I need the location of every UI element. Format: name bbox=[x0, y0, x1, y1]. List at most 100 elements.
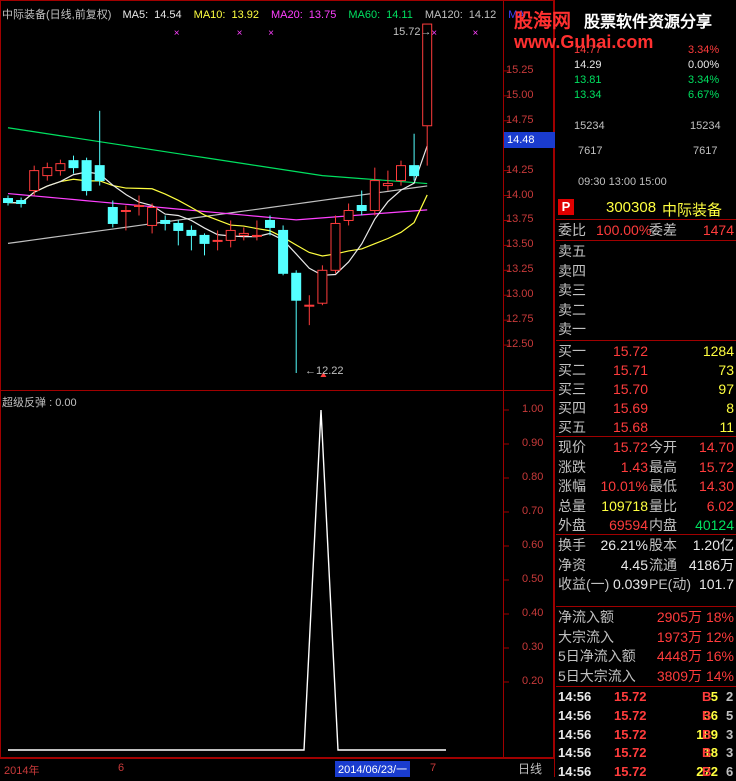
candle-body bbox=[134, 205, 144, 208]
mini-volume-mid: 7617 bbox=[578, 145, 603, 157]
candle-body bbox=[409, 165, 420, 177]
mini-pct: 6.67% bbox=[688, 89, 720, 101]
signal-marker: × bbox=[431, 28, 437, 39]
mini-price: 14.77 bbox=[574, 44, 602, 56]
quote-row: 外盘 69594 内盘 40124 bbox=[558, 517, 734, 533]
mini-volume-mid-right: 7617 bbox=[693, 145, 718, 157]
weibi-row: 委比 100.00% 委差 1474 bbox=[558, 222, 734, 238]
candle-body bbox=[120, 209, 131, 212]
candle-body bbox=[199, 234, 210, 244]
chart-frame bbox=[0, 0, 554, 758]
indicator-value: 0.00 bbox=[55, 397, 77, 409]
candle-body bbox=[107, 207, 118, 224]
mini-intraday-chart[interactable]: 14.77 3.34% 14.29 0.00% 13.81 3.34% 13.34 6.67%… bbox=[556, 44, 736, 194]
trade-tick-row: 14:56 15.72 272 B 6 bbox=[558, 764, 734, 780]
candle-body bbox=[16, 200, 27, 205]
date-label-month-6: 6 bbox=[118, 762, 125, 774]
trade-tick-row: 14:56 15.72 189 B 3 bbox=[558, 726, 734, 742]
quote-row: 涨跌 1.43 最高 15.72 bbox=[558, 458, 734, 475]
candle-body bbox=[147, 207, 158, 226]
price-tick: 15.25 bbox=[506, 63, 534, 76]
sell-level[interactable]: 卖一 bbox=[556, 319, 736, 339]
indicator-tick: 0.90 bbox=[522, 437, 544, 449]
buy-level[interactable]: 买二 15.71 73 bbox=[556, 360, 736, 380]
indicator-name: 超级反弹 bbox=[2, 397, 46, 409]
price-tick: 13.50 bbox=[506, 238, 534, 251]
candle-body bbox=[42, 167, 53, 177]
current-price-marker: 14.48 bbox=[504, 132, 555, 148]
candle-body bbox=[3, 198, 13, 204]
buy-level[interactable]: 买四 15.69 8 bbox=[556, 398, 736, 418]
watermark-site: 股海网 bbox=[514, 10, 572, 32]
sell-level[interactable]: 卖二 bbox=[556, 300, 736, 320]
signal-marker: × bbox=[237, 28, 243, 39]
candle-body bbox=[304, 304, 315, 307]
indicator-tick: 0.60 bbox=[522, 539, 544, 551]
date-label-month-7: 7 bbox=[430, 762, 437, 774]
candle-body bbox=[356, 205, 367, 211]
candle-body bbox=[81, 160, 92, 192]
period-button[interactable]: 日线 bbox=[506, 760, 554, 777]
date-axis: 2014年 6 2014/06/23/一 7 bbox=[0, 758, 554, 778]
watermark-slogan: 股票软件资源分享 bbox=[584, 12, 713, 31]
ma-legend-item: MA20: 13.75 bbox=[271, 9, 337, 21]
sell-level[interactable]: 卖三 bbox=[556, 280, 736, 300]
candle-body bbox=[186, 229, 197, 236]
candle-body bbox=[68, 160, 79, 169]
fundamental-row: 换手 26.21% 股本 1.20亿 bbox=[558, 537, 734, 553]
price-tick: 12.50 bbox=[506, 338, 534, 351]
price-tick: 14.00 bbox=[506, 188, 534, 201]
date-cursor-label: 2014/06/23/一 bbox=[335, 761, 411, 777]
ma-legend: 中际装备(日线,前复权) MA5: 14.54 MA10: 13.92 MA20: 13.… bbox=[2, 6, 543, 22]
candle-body bbox=[29, 170, 40, 192]
ma-legend-item: MA10: 13.92 bbox=[193, 9, 259, 21]
candle-body bbox=[330, 222, 341, 271]
price-tick: 14.25 bbox=[506, 163, 534, 176]
candle-body bbox=[278, 229, 289, 274]
ma-legend-item: MA60: 14.11 bbox=[348, 9, 413, 21]
low-label: ←12.22 bbox=[305, 365, 344, 377]
mini-pct: 0.00% bbox=[688, 59, 720, 71]
buy-level[interactable]: 买五 15.68 11 bbox=[556, 417, 736, 437]
mini-price: 13.81 bbox=[574, 74, 602, 86]
indicator-legend: 超级反弹 : 0.00 bbox=[2, 397, 77, 409]
capital-flow-row: 大宗流入 1973万 12% bbox=[558, 628, 734, 645]
trade-tick-row: 14:56 15.72 5 B 2 bbox=[558, 689, 734, 704]
indicator-tick: 0.70 bbox=[522, 505, 544, 517]
quote-row: 涨幅 10.01% 最低 14.30 bbox=[558, 478, 734, 494]
ma-legend-item: MA5: 14.54 bbox=[122, 9, 182, 21]
price-tick: 12.75 bbox=[506, 313, 534, 326]
buy-level[interactable]: 买三 15.70 97 bbox=[556, 379, 736, 399]
candle-body bbox=[382, 183, 393, 187]
sell-level[interactable]: 卖五 bbox=[556, 241, 736, 261]
indicator-tick: 0.50 bbox=[522, 573, 544, 585]
trade-tick-row: 14:56 15.72 36 B 5 bbox=[558, 707, 734, 723]
stock-code: 300308 bbox=[606, 199, 657, 216]
buy-level[interactable]: 买一 15.72 1284 bbox=[556, 341, 736, 361]
trade-tick-row: 14:56 15.72 18 B 3 bbox=[558, 745, 734, 761]
candle-body bbox=[396, 165, 406, 182]
candle-body bbox=[160, 219, 171, 224]
fundamental-row: 收益(一) 0.039 PE(动) 101.7 bbox=[558, 576, 734, 592]
candle-body bbox=[55, 163, 66, 172]
signal-marker: × bbox=[268, 28, 274, 39]
signal-marker: × bbox=[174, 28, 180, 39]
capital-flow-row: 净流入额 2905万 18% bbox=[558, 609, 734, 625]
price-tick: 13.00 bbox=[506, 288, 534, 301]
stock-badge[interactable]: P bbox=[558, 199, 574, 215]
candle-body bbox=[369, 180, 380, 211]
stock-header: P 300308 中际装备 bbox=[556, 198, 736, 219]
ma60-line bbox=[7, 127, 428, 185]
price-tick: 14.75 bbox=[506, 113, 534, 126]
mini-price: 14.29 bbox=[574, 59, 602, 71]
sell-level[interactable]: 卖四 bbox=[556, 261, 736, 281]
mini-volume-top-right: 15234 bbox=[690, 120, 721, 132]
price-tick: 15.00 bbox=[506, 88, 534, 101]
signal-marker: × bbox=[472, 28, 478, 39]
indicator-tick: 0.30 bbox=[522, 641, 544, 653]
ma-legend-item: MA120: 14.12 bbox=[424, 9, 497, 21]
candle-body bbox=[173, 222, 184, 231]
candle-body bbox=[225, 229, 236, 241]
mini-pct: 3.34% bbox=[688, 44, 720, 56]
indicator-tick: 0.80 bbox=[522, 471, 544, 483]
